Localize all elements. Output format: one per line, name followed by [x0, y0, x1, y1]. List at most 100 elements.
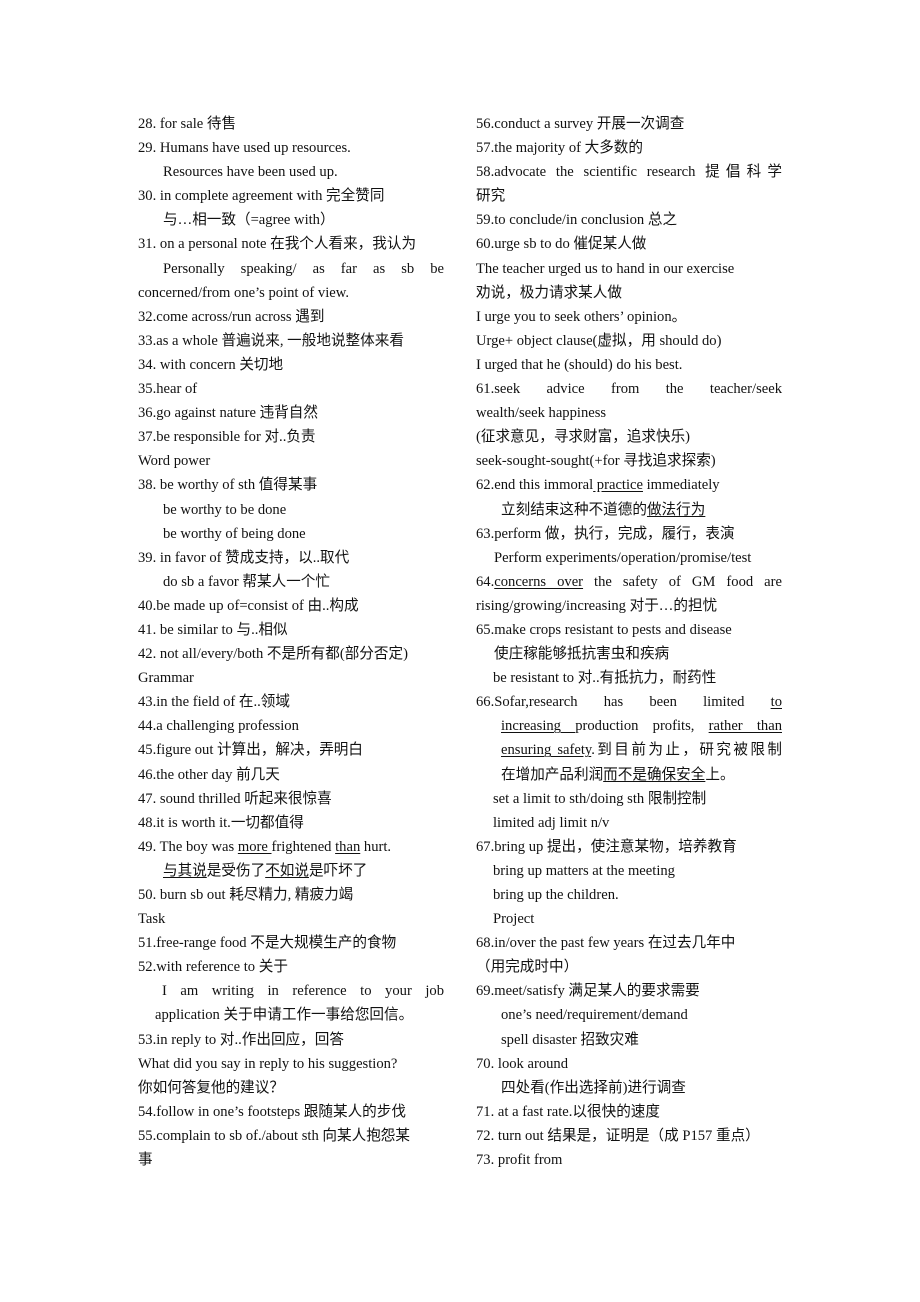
entry-72: 72. turn out 结果是，证明是（成 P157 重点）	[476, 1127, 760, 1144]
entry-33: 33.as a whole 普遍说来, 一般地说整体来看	[138, 332, 404, 349]
entry-69-related: spell disaster 招致灾难	[501, 1031, 639, 1048]
underlined-more: more	[237, 838, 272, 855]
section-heading-word-power: Word power	[138, 453, 211, 470]
entry-60-example-1: The teacher urged us to hand in our exer…	[476, 260, 735, 277]
underlined-buru: 不如说	[265, 862, 309, 879]
entry-68-note: （用完成时中）	[476, 959, 579, 976]
entry-44: 44.a challenging profession	[138, 718, 299, 735]
section-heading-project: Project	[493, 911, 535, 928]
text-span: 66.Sofar,research has been limited	[476, 694, 771, 711]
entry-69-objects: one’s need/requirement/demand	[501, 1007, 688, 1024]
text-span: 是受伤了	[206, 862, 266, 879]
underlined-practice: practice	[593, 477, 643, 494]
underlined-than: than	[335, 838, 361, 855]
underlined-rather-than-cn: 而不是确保安全	[603, 766, 706, 783]
entry-62: 62.end this immoral practice immediately	[476, 473, 782, 497]
entry-45: 45.figure out 计算出，解决，弄明白	[138, 742, 363, 759]
entry-40: 40.be made up of=consist of 由..构成	[138, 597, 359, 614]
entry-66-cont-2: ensuring safety.到目前为止，研究被限制	[476, 738, 782, 762]
text-span: 在增加产品利润	[501, 766, 604, 783]
entry-47: 47. sound thrilled 听起来很惊喜	[138, 790, 332, 807]
text-span: 立刻结束这种不道德的	[501, 501, 647, 518]
entry-73: 73. profit from	[476, 1152, 563, 1169]
text-span: .到目前为止，研究被限制	[591, 742, 782, 759]
text-span: 62.end this immoral	[476, 477, 594, 494]
entry-71: 71. at a fast rate.以很快的速度	[476, 1103, 660, 1120]
text-span: 49. The boy was	[138, 838, 238, 855]
entry-54: 54.follow in one’s footsteps 跟随某人的步伐	[138, 1103, 406, 1120]
text-span: production profits,	[575, 718, 709, 735]
entry-60-example-3: I urged that he (should) do his best.	[476, 356, 683, 373]
entry-31: 31. on a personal note 在我个人看来，我认为	[138, 236, 417, 253]
entry-65-usage: be resistant to 对..有抵抗力，耐药性	[493, 670, 717, 687]
entry-60-meaning: 劝说，极力请求某人做	[476, 284, 622, 301]
text-span: immediately	[642, 477, 720, 494]
entry-31-synonyms-cont: concerned/from one’s point of view.	[138, 284, 350, 301]
entry-38: 38. be worthy of sth 值得某事	[138, 477, 318, 494]
underlined-concerns-over: concerns over	[494, 573, 584, 590]
entry-30: 30. in complete agreement with 完全赞同	[138, 188, 385, 205]
underlined-practice-cn: 做法行为	[646, 501, 706, 518]
entry-63: 63.perform 做，执行，完成，履行，表演	[476, 525, 735, 542]
entry-53: 53.in reply to 对..作出回应，回答	[138, 1031, 344, 1048]
right-column: 56.conduct a survey 开展一次调查 57.the majori…	[476, 112, 782, 1172]
entry-51: 51.free-range food 不是大规模生产的食物	[138, 935, 397, 952]
entry-55: 55.complain to sb of./about sth 向某人抱怨某	[138, 1127, 410, 1144]
text-span: the safety of GM food are	[583, 573, 782, 590]
entry-41: 41. be similar to 与..相似	[138, 621, 288, 638]
entry-38-form-2: be worthy of being done	[163, 525, 306, 542]
section-heading-grammar: Grammar	[138, 670, 194, 687]
entry-67: 67.bring up 提出，使注意某物，培养教育	[476, 838, 737, 855]
entry-60-usage: Urge+ object clause(虚拟，用 should do)	[476, 332, 722, 349]
entry-59: 59.to conclude/in conclusion 总之	[476, 212, 678, 229]
underlined-increasing: increasing	[501, 718, 576, 735]
underlined-rather-than: rather than	[708, 718, 782, 735]
entry-43: 43.in the field of 在..领域	[138, 694, 290, 711]
entry-36: 36.go against nature 违背自然	[138, 405, 318, 422]
text-span: 上。	[705, 766, 735, 783]
entry-46: 46.the other day 前几天	[138, 766, 280, 783]
entry-35: 35.hear of	[138, 381, 198, 398]
entry-70-meaning: 四处看(作出选择前)进行调查	[501, 1079, 686, 1096]
entry-29-example: Resources have been used up.	[163, 164, 338, 181]
entry-56: 56.conduct a survey 开展一次调查	[476, 116, 685, 132]
entry-37: 37.be responsible for 对..负责	[138, 429, 316, 446]
entry-42: 42. not all/every/both 不是所有都(部分否定)	[138, 646, 408, 663]
entry-69: 69.meet/satisfy 满足某人的要求需要	[476, 983, 700, 1000]
entry-50: 50. burn sb out 耗尽精力, 精疲力竭	[138, 887, 354, 903]
entry-61: 61.seek advice from the teacher/seek	[476, 381, 782, 398]
entry-61-meaning: (征求意见，寻求财富，追求快乐)	[476, 429, 691, 446]
entry-61-cont: wealth/seek happiness	[476, 405, 607, 422]
entry-66-cont-1: increasing production profits, rather th…	[476, 714, 782, 738]
entry-61-forms: seek-sought-sought(+for 寻找追求探索)	[476, 453, 716, 470]
entry-66-forms: limited adj limit n/v	[493, 814, 610, 831]
entry-66-cont-3: 在增加产品利润而不是确保安全上。	[476, 763, 782, 787]
entry-32: 32.come across/run across 遇到	[138, 308, 325, 325]
entry-55-cont: 事	[138, 1152, 153, 1169]
entry-60-example-2: I urge you to seek others’ opinion。	[476, 308, 687, 325]
underlined-to: to	[770, 694, 782, 711]
entry-30-meaning: 与…相一致（=agree with）	[163, 212, 335, 229]
entry-52: 52.with reference to 关于	[138, 959, 288, 976]
entry-68: 68.in/over the past few years 在过去几年中	[476, 935, 736, 952]
entry-48: 48.it is worth it.一切都值得	[138, 814, 304, 831]
entry-49: 49. The boy was more frightened than hur…	[138, 835, 444, 859]
text-span: 是吓坏了	[308, 862, 368, 879]
entry-70: 70. look around	[476, 1055, 569, 1072]
entry-53-translation: 你如何答复他的建议？	[138, 1079, 284, 1096]
entry-58: 58.advocate the scientific research 提倡科学	[476, 164, 782, 181]
left-column: 28. for sale 待售 29. Humans have used up …	[138, 112, 444, 1172]
entry-49-meaning: 与其说是受伤了不如说是吓坏了	[138, 859, 444, 883]
text-span: frightened	[271, 838, 336, 855]
entry-31-synonyms: Personally speaking/ as far as sb be	[163, 260, 444, 277]
section-heading-task: Task	[138, 911, 166, 928]
text-span: 64.	[476, 573, 495, 590]
entry-64: 64.concerns over the safety of GM food a…	[476, 570, 782, 594]
entry-53-example: What did you say in reply to his suggest…	[138, 1055, 398, 1072]
entry-52-example: I am writing in reference to your job	[162, 983, 444, 1000]
entry-60: 60.urge sb to do 催促某人做	[476, 236, 647, 253]
entry-67-example-2: bring up the children.	[493, 887, 619, 903]
entry-52-example-cont: application 关于申请工作一事给您回信。	[155, 1007, 414, 1024]
entry-66: 66.Sofar,research has been limited to	[476, 690, 782, 714]
underlined-yuqishuo: 与其说	[163, 862, 207, 879]
